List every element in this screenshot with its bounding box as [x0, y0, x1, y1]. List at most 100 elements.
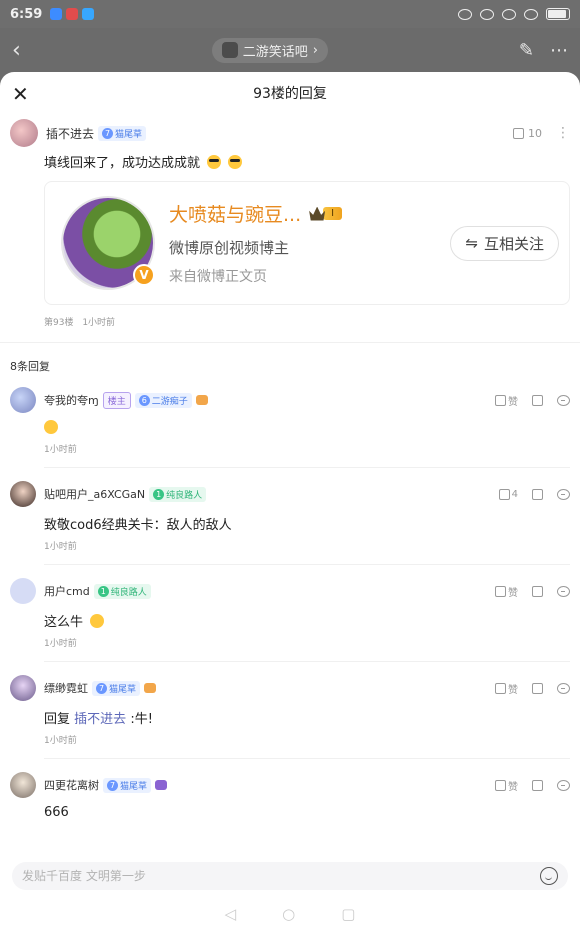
- level-number: 7: [102, 127, 114, 139]
- thumbs-down-icon[interactable]: [532, 394, 543, 406]
- reply-text: 这么牛: [44, 611, 570, 630]
- level-badge: 7 猫尾草: [92, 680, 141, 696]
- home-circle-icon[interactable]: ○: [282, 905, 295, 923]
- thumbs-down-icon[interactable]: [532, 488, 543, 500]
- forum-avatar: [221, 42, 238, 58]
- comment-icon[interactable]: [557, 585, 570, 597]
- comment-icon[interactable]: [557, 682, 570, 694]
- reply-text: 回复 插不进去 :牛!: [44, 708, 570, 727]
- thumbs-down-icon[interactable]: [532, 682, 543, 694]
- reply-suffix: :牛!: [130, 712, 153, 727]
- cloud-app-icon: [50, 8, 63, 20]
- back-triangle-icon[interactable]: ◁: [225, 905, 237, 923]
- mute-icon: [502, 8, 516, 20]
- chevron-right-icon: ›: [312, 42, 318, 58]
- swap-arrows-icon: ⇋: [465, 234, 478, 252]
- level-number: 7: [107, 779, 118, 791]
- reply-input[interactable]: [22, 869, 540, 883]
- level-number: 6: [138, 394, 150, 406]
- sunglasses-emoji-icon: [228, 155, 243, 169]
- thumbs-down-icon[interactable]: [532, 779, 543, 791]
- sheet-title: 93楼的回复: [253, 86, 327, 102]
- forum-pill[interactable]: 二游笑话吧 ›: [211, 37, 328, 63]
- card-source: 来自微博正文页: [169, 269, 267, 285]
- avatar[interactable]: [10, 387, 36, 413]
- reply-actions: 赞: [495, 681, 570, 696]
- reply-text: [44, 420, 570, 436]
- avatar[interactable]: [10, 119, 38, 147]
- badge-label: 纯良路人: [110, 587, 147, 598]
- username[interactable]: 插不进去: [46, 125, 94, 142]
- weibo-share-card[interactable]: V 大喷菇与豌豆... I 微博原创视频博主 来自微博正文页 ⇋ 互相关注: [44, 181, 570, 305]
- recents-square-icon[interactable]: ▢: [341, 905, 355, 923]
- reply-time: 1小时前: [44, 639, 77, 649]
- follow-label: 互相关注: [483, 234, 544, 253]
- like-count: 10: [528, 126, 542, 140]
- reply-header: 缥缈霓虹 7 猫尾草 赞: [10, 675, 570, 701]
- avatar[interactable]: [10, 675, 36, 701]
- close-icon[interactable]: ✕: [12, 82, 29, 106]
- reply-text-content: 这么牛: [44, 615, 84, 630]
- reply-item: 缥缈霓虹 7 猫尾草 赞 回复 插不进去 :牛! 1小时前: [0, 675, 580, 759]
- like-button[interactable]: 赞: [495, 778, 518, 793]
- edit-icon[interactable]: ✎: [519, 40, 534, 61]
- status-icons: [458, 8, 570, 20]
- like-button[interactable]: 赞: [495, 393, 518, 408]
- badge-label: 纯良路人: [166, 490, 203, 501]
- decoration-icon: [144, 683, 157, 693]
- thumbs-up-icon: [498, 488, 510, 500]
- sheet-header: ✕ 93楼的回复: [0, 72, 580, 114]
- like-label: 赞: [508, 781, 518, 793]
- username[interactable]: 四更花离树: [44, 777, 99, 793]
- username[interactable]: 缥缈霓虹: [44, 680, 88, 696]
- chevron-left-icon[interactable]: ‹: [12, 38, 21, 63]
- emoji-picker-icon[interactable]: [540, 867, 558, 885]
- badge-label: 二游痴子: [151, 396, 188, 407]
- username[interactable]: 用户cmd: [44, 583, 90, 599]
- reply-header: 贴吧用户_a6XCGaN 1 纯良路人 4: [10, 481, 570, 507]
- avatar[interactable]: [10, 772, 36, 798]
- sunglasses-emoji-icon: [207, 155, 222, 169]
- reply-header: 四更花离树 7 猫尾草 赞: [10, 772, 570, 798]
- crown-level-icon: I: [309, 206, 343, 221]
- reply-actions: 4: [498, 488, 570, 500]
- thumbs-down-icon[interactable]: [532, 585, 543, 597]
- comment-icon[interactable]: [557, 394, 570, 406]
- like-label: 赞: [508, 684, 518, 696]
- like-button[interactable]: 赞: [495, 584, 518, 599]
- reply-text: 致敬cod6经典关卡：敌人的敌人: [44, 518, 232, 533]
- smirk-emoji-icon: [90, 614, 105, 628]
- mention-link[interactable]: 插不进去: [74, 712, 126, 727]
- speed-icon: [458, 8, 472, 20]
- comment-icon[interactable]: [557, 779, 570, 791]
- reply-time: 1小时前: [44, 445, 77, 455]
- badge-label: 猫尾草: [109, 684, 137, 695]
- comment-icon[interactable]: [557, 488, 570, 500]
- reply-header: 夸我的夸ɱ 楼主 6 二游痴子 赞: [10, 387, 570, 413]
- like-button[interactable]: 赞: [495, 681, 518, 696]
- like-label: 赞: [508, 587, 518, 599]
- more-vertical-icon[interactable]: ⋮: [556, 125, 570, 141]
- background-header: ‹ 二游笑话吧 › ✎ ⋯: [0, 28, 580, 72]
- reply-header: 用户cmd 1 纯良路人 赞: [10, 578, 570, 604]
- post-text: 填线回来了，成功达成成就: [44, 152, 570, 171]
- post-text-content: 填线回来了，成功达成成就: [44, 156, 201, 171]
- username[interactable]: 贴吧用户_a6XCGaN: [44, 486, 145, 502]
- like-count: 4: [511, 488, 518, 500]
- avatar[interactable]: [10, 578, 36, 604]
- reply-time: 1小时前: [44, 736, 77, 746]
- level-number: 1: [97, 585, 109, 597]
- avatar[interactable]: [10, 481, 36, 507]
- reply-time: 1小时前: [44, 542, 77, 552]
- level-badge: 1 纯良路人: [149, 486, 207, 502]
- level-badge: 1 纯良路人: [93, 583, 151, 599]
- like-button[interactable]: 10: [513, 127, 542, 140]
- username[interactable]: 夸我的夸ɱ: [44, 392, 99, 408]
- like-button[interactable]: 4: [498, 488, 518, 500]
- more-icon[interactable]: ⋯: [550, 40, 568, 61]
- reply-item: 四更花离树 7 猫尾草 赞 666: [0, 772, 580, 820]
- separator: [44, 758, 570, 759]
- card-level-tag: I: [323, 207, 343, 220]
- main-post: 插不进去 7 猫尾草 10 ⋮ 填线回来了，成功达成成就 V 大喷菇与豌豆...: [0, 118, 580, 328]
- mutual-follow-button[interactable]: ⇋ 互相关注: [450, 225, 559, 261]
